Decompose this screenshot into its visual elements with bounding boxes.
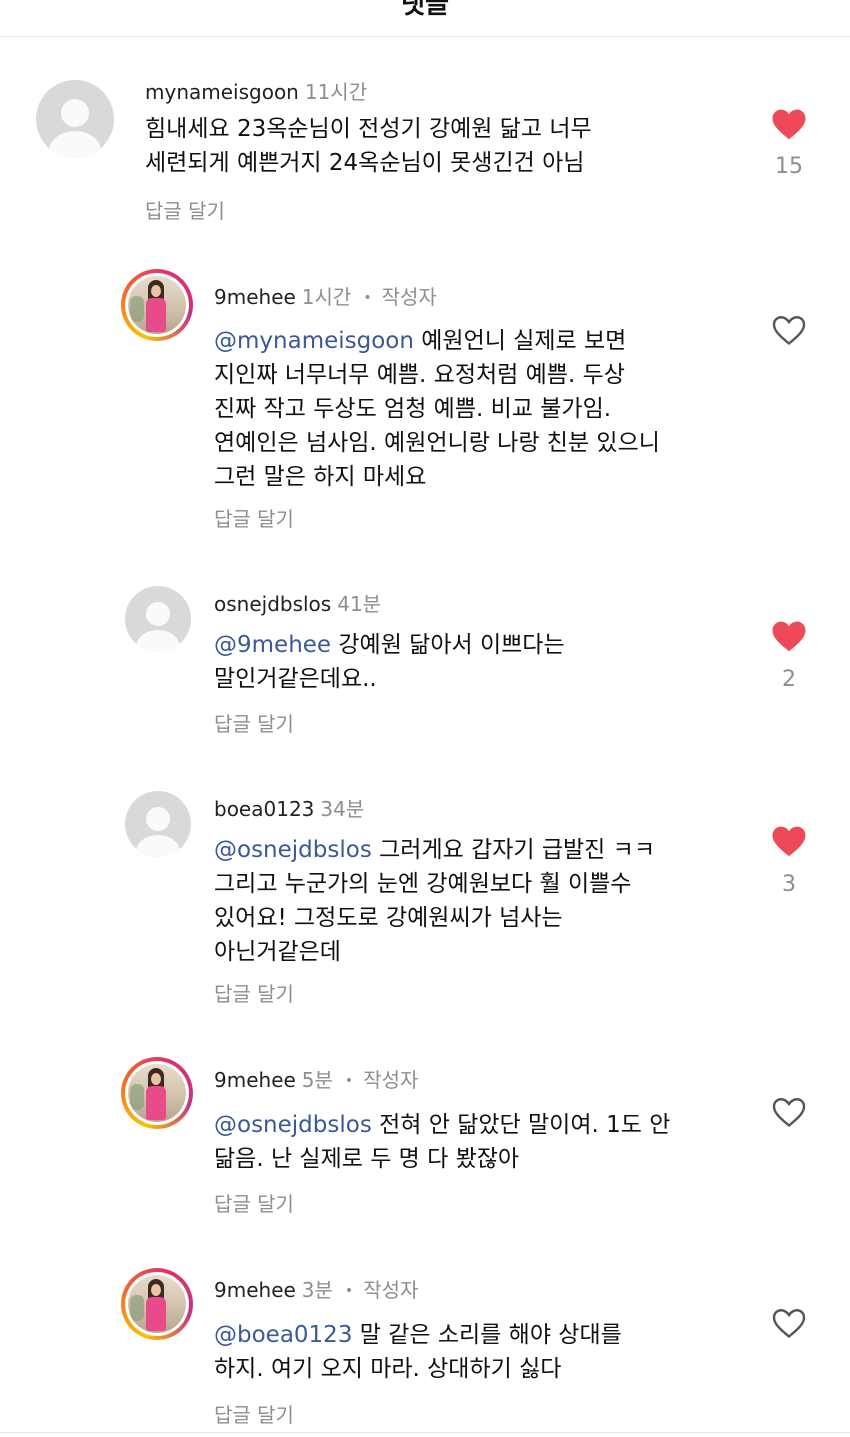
like-count: 3 [782, 872, 796, 897]
heart-outline-icon[interactable] [769, 1303, 809, 1343]
author-badge: 작성자 [381, 285, 437, 309]
comment-meta: 9mehee 5분 • 작성자 [214, 1064, 418, 1093]
username[interactable]: mynameisgoon [145, 80, 299, 104]
timestamp: 41분 [337, 592, 382, 616]
comment-meta: mynameisgoon 11시간 [145, 76, 367, 105]
default-avatar-icon[interactable] [125, 586, 191, 652]
profile-photo [128, 1064, 186, 1122]
comment-text: @osnejdbslos 전혀 안 닮았단 말이여. 1도 안 닮음. 난 실제… [214, 1108, 670, 1176]
like-count: 15 [775, 154, 803, 179]
comment-meta: 9mehee 3분 • 작성자 [214, 1274, 418, 1303]
reply-button[interactable]: 답글 달기 [214, 1188, 294, 1217]
mention-link[interactable]: @mynameisgoon [214, 328, 414, 354]
timestamp: 1시간 [301, 285, 352, 309]
timestamp: 11시간 [304, 80, 368, 104]
timestamp: 34분 [320, 797, 365, 821]
reply-button[interactable]: 답글 달기 [214, 1399, 294, 1428]
comment-text: @9mehee 강예원 닮아서 이쁘다는 말인거같은데요.. [214, 628, 565, 696]
timestamp: 5분 [301, 1068, 333, 1092]
heart-filled-icon[interactable] [769, 616, 809, 656]
comments-header: 댓글 [0, 0, 850, 37]
separator-dot: • [344, 1073, 354, 1089]
comments-screen: 댓글 mynameisgoon 11시간 힘내세요 23옥순님이 전성기 강예원 … [0, 0, 850, 1437]
mention-link[interactable]: @boea0123 [214, 1322, 352, 1348]
separator-dot: • [344, 1283, 354, 1299]
comment-meta: 9mehee 1시간 • 작성자 [214, 281, 437, 310]
heart-outline-icon[interactable] [769, 1092, 809, 1132]
comment-meta: boea0123 34분 [214, 793, 364, 822]
story-avatar[interactable] [121, 269, 193, 341]
comment-text: 힘내세요 23옥순님이 전성기 강예원 닮고 너무 세련되게 예쁜거지 24옥순… [145, 112, 592, 180]
comment-text: @mynameisgoon 예원언니 실제로 보면 지인짜 너무너무 예쁨. 요… [214, 324, 660, 494]
heart-outline-icon[interactable] [769, 310, 809, 350]
separator-dot: • [363, 290, 372, 306]
default-avatar-icon[interactable] [125, 791, 191, 857]
comment-body: 힘내세요 23옥순님이 전성기 강예원 닮고 너무 세련되게 예쁜거지 24옥순… [145, 116, 592, 176]
like-count: 2 [782, 667, 796, 692]
reply-button[interactable]: 답글 달기 [145, 195, 225, 224]
story-avatar[interactable] [121, 1268, 193, 1340]
bottom-divider [0, 1432, 850, 1433]
username[interactable]: osnejdbslos [214, 592, 331, 616]
username[interactable]: 9mehee [214, 285, 296, 309]
heart-filled-icon[interactable] [769, 821, 809, 861]
profile-photo [128, 276, 186, 334]
author-badge: 작성자 [363, 1068, 419, 1092]
reply-button[interactable]: 답글 달기 [214, 978, 294, 1007]
username[interactable]: 9mehee [214, 1278, 296, 1302]
username[interactable]: boea0123 [214, 797, 314, 821]
heart-filled-icon[interactable] [769, 104, 809, 144]
comment-text: @boea0123 말 같은 소리를 해야 상대를 하지. 여기 오지 마라. … [214, 1318, 622, 1386]
timestamp: 3분 [301, 1278, 333, 1302]
comment-text: @osnejdbslos 그러게요 갑자기 급발진 ㅋㅋ 그리고 누군가의 눈엔… [214, 833, 655, 969]
mention-link[interactable]: @osnejdbslos [214, 837, 372, 863]
author-badge: 작성자 [363, 1278, 419, 1302]
story-avatar[interactable] [121, 1057, 193, 1129]
username[interactable]: 9mehee [214, 1068, 296, 1092]
comment-meta: osnejdbslos 41분 [214, 588, 381, 617]
reply-button[interactable]: 답글 달기 [214, 708, 294, 737]
default-avatar-icon[interactable] [36, 80, 114, 158]
mention-link[interactable]: @osnejdbslos [214, 1112, 372, 1138]
mention-link[interactable]: @9mehee [214, 632, 331, 658]
reply-button[interactable]: 답글 달기 [214, 503, 294, 532]
profile-photo [128, 1275, 186, 1333]
page-title: 댓글 [401, 0, 449, 20]
